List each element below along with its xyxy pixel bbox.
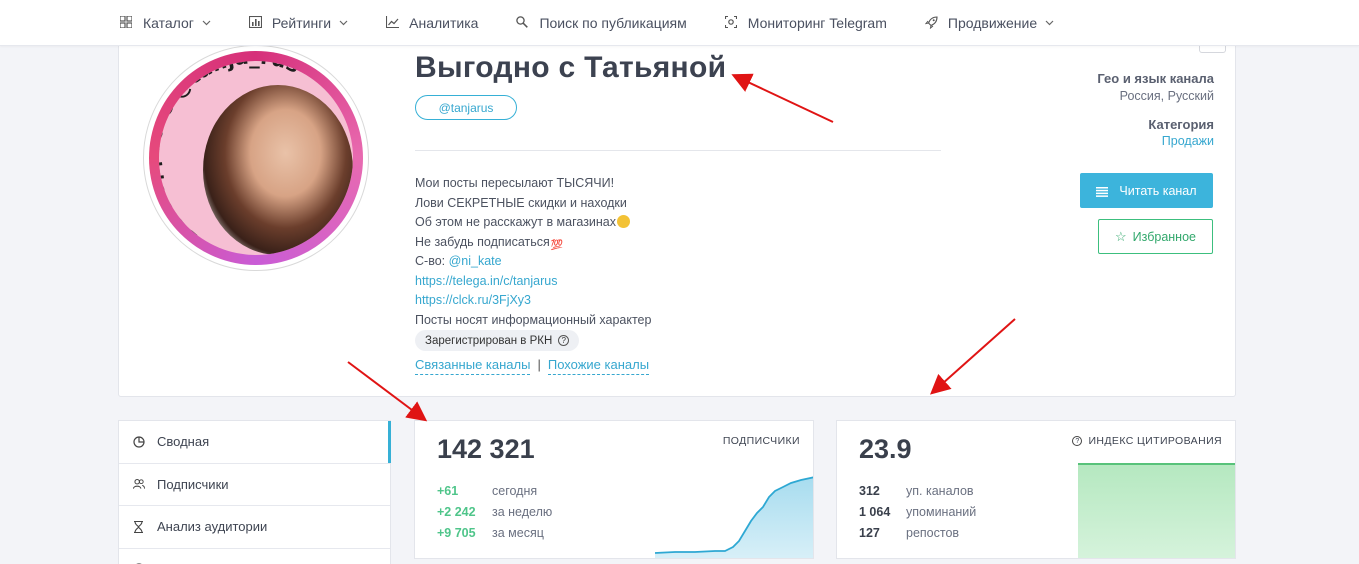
description-line: С-во: @ni_kate (415, 254, 502, 268)
category-link[interactable]: Продажи (1162, 134, 1214, 148)
sidebar-item-audience[interactable]: Анализ аудитории (119, 506, 390, 549)
nav-catalog-label: Каталог (143, 14, 194, 31)
nav-monitoring-label: Мониторинг Telegram (747, 14, 887, 31)
sidebar-item-label: Подписчики (157, 476, 229, 492)
bar-chart-icon (248, 15, 263, 30)
target-icon (724, 15, 739, 30)
description-line: Об этом не расскажут в магазинах (415, 213, 651, 233)
star-icon: ☆ (1114, 228, 1127, 244)
citation-index-label: ИНДЕКС ЦИТИРОВАНИЯ (1088, 435, 1222, 447)
channel-links: Связанные каналы | Похожие каналы (415, 357, 650, 375)
description-line: Не забудь подписаться💯 (415, 234, 564, 251)
reposts-row: 127 репостов (859, 526, 960, 540)
hundred-emoji-icon: 💯 (550, 239, 564, 251)
avatar-text-path: ВЫГОДНО С @tanja_rus (159, 61, 304, 251)
chevron-down-icon (1045, 18, 1054, 27)
nav-search-label: Поиск по публикациям (539, 14, 687, 31)
short-link[interactable]: https://clck.ru/3FjXy3 (415, 293, 531, 307)
mentions-row: 1 064 упоминаний (859, 505, 977, 519)
subscribers-count: 142 321 (437, 434, 535, 464)
chevron-down-icon (202, 18, 211, 27)
sidebar-item-summary[interactable]: Сводная (119, 421, 391, 464)
grid-icon (120, 15, 134, 30)
read-channel-label: Читать канал (1119, 183, 1197, 198)
description-line: Лови СЕКРЕТНЫЕ скидки и находки (415, 195, 627, 210)
description-line: Посты носят информационный характер (415, 312, 652, 327)
stats-sidebar: Сводная Подписчики Анализ аудитории И (118, 420, 391, 564)
citation-index-value: 23.9 (859, 434, 912, 464)
nav-ratings[interactable]: Рейтинги (248, 0, 348, 46)
author-link[interactable]: @ni_kate (449, 254, 502, 268)
subscribers-card: 142 321 ПОДПИСЧИКИ +61 сегодня +2 242 за н… (414, 420, 814, 559)
subscribers-sparkline (655, 476, 813, 558)
shush-emoji-icon (617, 215, 631, 228)
telega-link[interactable]: https://telega.in/c/tanjarus (415, 274, 557, 288)
nav-promotion-label: Продвижение (947, 14, 1038, 31)
rkn-badge[interactable]: Зарегистрирован в РКН ? (415, 330, 580, 351)
related-channels-link[interactable]: Связанные каналы (415, 357, 531, 375)
growth-month-row: +9 705 за месяц (437, 526, 544, 540)
channel-profile-card: ВЫГОДНО С @tanja_rus Выгодно с Татьяной … (118, 30, 1236, 397)
search-icon (516, 15, 530, 30)
channel-description: Мои посты пересылают ТЫСЯЧИ! Лови СЕКРЕТ… (415, 174, 651, 330)
channel-handle-badge[interactable]: @tanjarus (415, 95, 517, 120)
chevron-down-icon (339, 18, 348, 27)
read-channel-button[interactable]: Читать канал (1080, 173, 1213, 208)
top-navigation: Каталог Рейтинги Аналитика Поиск по публ… (0, 0, 1359, 46)
pie-icon (133, 436, 145, 448)
nav-telegram-monitoring[interactable]: Мониторинг Telegram (724, 0, 887, 46)
nav-analytics[interactable]: Аналитика (386, 0, 478, 46)
help-icon[interactable]: ? (1072, 436, 1083, 446)
line-chart-icon (386, 15, 400, 30)
nav-catalog[interactable]: Каталог (120, 0, 211, 46)
channel-title: Выгодно с Татьяной (415, 51, 727, 84)
citation-index-card: 23.9 ? ИНДЕКС ЦИТИРОВАНИЯ 312 уп. каналов … (836, 420, 1236, 559)
mentioning-channels-row: 312 уп. каналов (859, 484, 974, 498)
list-icon (1096, 186, 1109, 197)
subscribers-label: ПОДПИСЧИКИ (722, 435, 800, 447)
avatar-logo-text: ВЫГОДНО С @tanja_rus (159, 61, 304, 251)
channel-avatar: ВЫГОДНО С @tanja_rus (143, 45, 369, 271)
description-line: Мои посты пересылают ТЫСЯЧИ! (415, 176, 615, 190)
nav-analytics-label: Аналитика (409, 14, 479, 31)
sidebar-item-label: Анализ аудитории (157, 519, 268, 535)
growth-week-row: +2 242 за неделю (437, 505, 553, 519)
favorite-label: Избранное (1132, 229, 1196, 244)
question-icon: ? (558, 335, 570, 346)
category-label: Категория (1148, 117, 1214, 132)
sidebar-item-more[interactable]: И (119, 549, 390, 564)
hourglass-icon (133, 520, 145, 533)
sidebar-item-label: Сводная (157, 434, 210, 450)
svg-text:ВЫГОДНО С @tanja_rus: ВЫГОДНО С @tanja_rus (159, 61, 304, 251)
geo-language-value: Россия, Русский (1119, 89, 1214, 103)
geo-language-label: Гео и язык канала (1097, 71, 1214, 86)
nav-ratings-label: Рейтинги (271, 14, 332, 31)
nav-promotion[interactable]: Продвижение (924, 0, 1054, 46)
nav-search-publications[interactable]: Поиск по публикациям (516, 0, 687, 46)
sidebar-item-subscribers[interactable]: Подписчики (119, 464, 390, 506)
links-separator: | (537, 357, 541, 372)
users-icon (133, 478, 145, 490)
divider (415, 150, 941, 151)
growth-today-row: +61 сегодня (437, 484, 538, 498)
similar-channels-link[interactable]: Похожие каналы (547, 357, 650, 375)
citation-chart-area (1078, 463, 1235, 558)
favorite-button[interactable]: ☆ Избранное (1098, 219, 1213, 254)
rocket-icon (924, 15, 939, 30)
rkn-badge-label: Зарегистрирован в РКН (425, 334, 553, 347)
